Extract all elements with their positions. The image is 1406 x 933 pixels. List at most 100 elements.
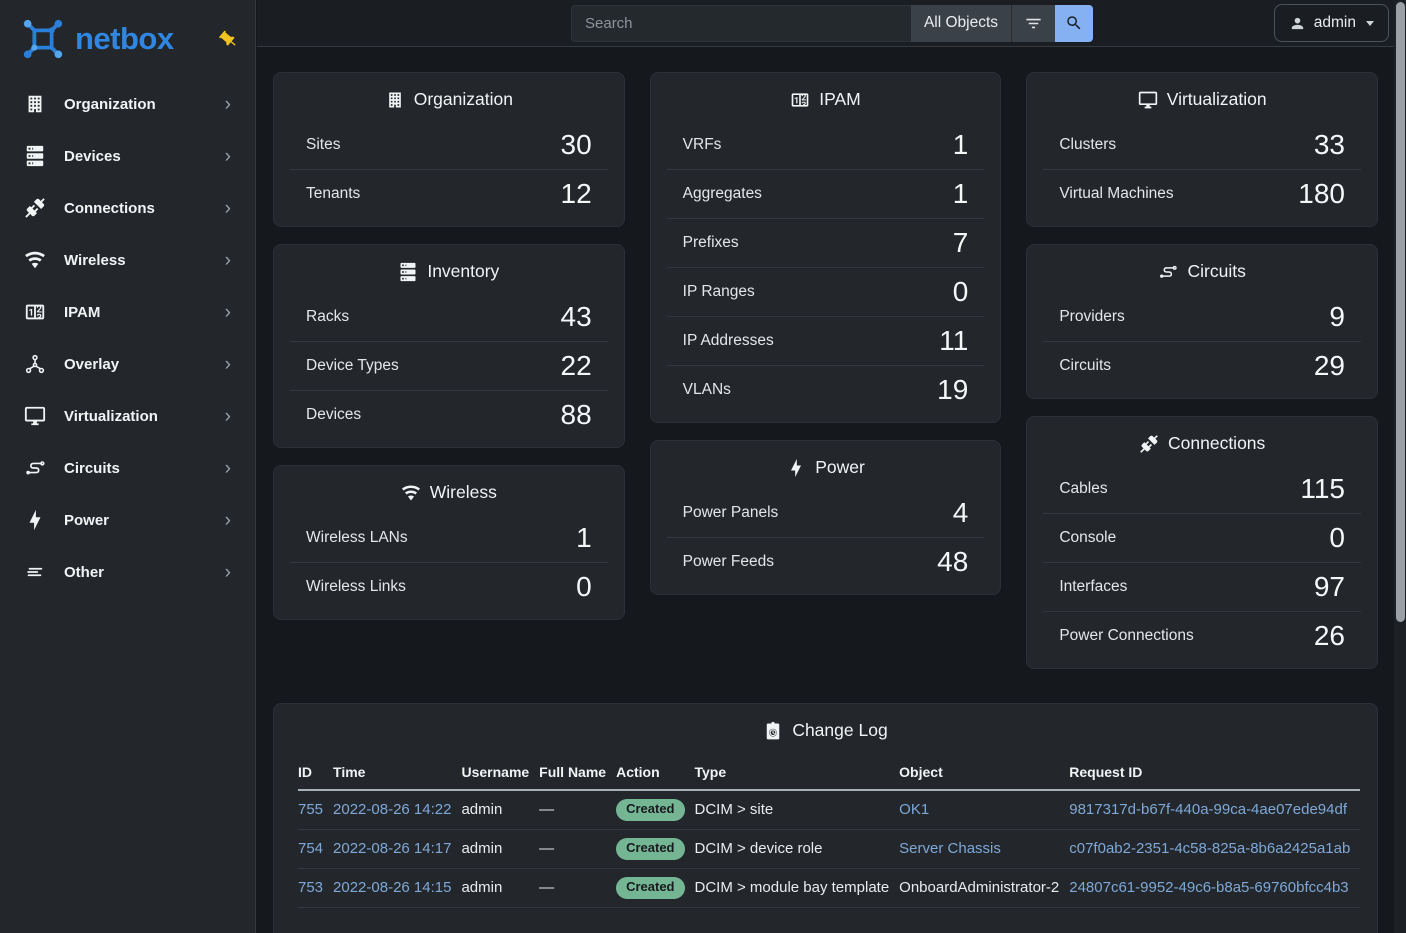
stat-row: Wireless Links 0 <box>290 562 608 611</box>
log-username: admin <box>461 879 502 896</box>
connection-icon <box>1139 434 1159 454</box>
search-input[interactable] <box>571 5 911 42</box>
stat-row: Providers 9 <box>1043 293 1361 341</box>
card-circuits: Circuits Providers 9 Circuits 29 <box>1026 244 1378 399</box>
stat-value-providers: 9 <box>1329 303 1345 331</box>
column-header-object: Object <box>899 756 1069 790</box>
search-icon <box>1065 14 1083 32</box>
stat-label-device-types: Device Types <box>306 357 399 375</box>
log-time-link[interactable]: 2022-08-26 14:15 <box>333 879 451 896</box>
scrollbar-thumb[interactable] <box>1396 2 1405 622</box>
stat-row: Racks 43 <box>290 293 608 341</box>
stat-value-ip-addresses: 11 <box>939 327 968 355</box>
card-title: IPAM <box>819 89 861 110</box>
stat-value-aggregates: 1 <box>953 180 969 208</box>
card-title: Circuits <box>1187 261 1245 282</box>
changelog-row: 754 2022-08-26 14:17 admin — Created DCI… <box>298 829 1360 868</box>
sidebar-item-organization[interactable]: Organization › <box>0 78 255 130</box>
stat-label-aggregates: Aggregates <box>683 185 762 203</box>
column-header-full-name: Full Name <box>539 756 616 790</box>
stat-value-sites: 30 <box>561 131 592 159</box>
card-wireless: Wireless Wireless LANs 1 Wireless Links … <box>273 465 625 620</box>
stat-row: VLANs 19 <box>667 365 985 414</box>
stat-label-console: Console <box>1059 529 1116 547</box>
server-icon <box>24 145 46 167</box>
log-fullname: — <box>539 840 554 857</box>
log-request-link[interactable]: c07f0ab2-2351-4c58-825a-8b6a2425a1ab <box>1069 840 1350 857</box>
search-submit-button[interactable] <box>1055 5 1093 42</box>
column-header-action: Action <box>616 756 694 790</box>
sidebar-item-power[interactable]: Power › <box>0 494 255 546</box>
stat-row: Circuits 29 <box>1043 341 1361 390</box>
stat-value-cables: 115 <box>1300 475 1345 503</box>
sidebar-item-connections[interactable]: Connections › <box>0 182 255 234</box>
sidebar-item-circuits[interactable]: Circuits › <box>0 442 255 494</box>
column-header-time: Time <box>333 756 461 790</box>
chevron-right-icon: › <box>225 303 231 322</box>
card-organization: Organization Sites 30 Tenants 12 <box>273 72 625 227</box>
stat-label-clusters: Clusters <box>1059 136 1116 154</box>
column-header-id: ID <box>298 756 333 790</box>
sidebar-item-other[interactable]: Other › <box>0 546 255 598</box>
log-request-link[interactable]: 9817317d-b67f-440a-99ca-4ae07ede94df <box>1069 801 1347 818</box>
page-scrollbar[interactable] <box>1394 0 1406 933</box>
stat-row: Device Types 22 <box>290 341 608 390</box>
card-title: Wireless <box>430 482 497 503</box>
card-column: Organization Sites 30 Tenants 12 Invento… <box>273 72 625 620</box>
sidebar-item-virtualization[interactable]: Virtualization › <box>0 390 255 442</box>
log-time-link[interactable]: 2022-08-26 14:17 <box>333 840 451 857</box>
search-filter-button[interactable] <box>1011 5 1055 42</box>
sidebar-item-devices[interactable]: Devices › <box>0 130 255 182</box>
stat-row: Wireless LANs 1 <box>290 514 608 562</box>
wifi-icon <box>24 249 46 271</box>
search-scope-button[interactable]: All Objects <box>911 5 1011 42</box>
monitor-icon <box>24 405 46 427</box>
stat-row: Tenants 12 <box>290 169 608 218</box>
changelog-card: Change Log IDTimeUsernameFull NameAction… <box>273 703 1378 933</box>
log-object-link[interactable]: Server Chassis <box>899 840 1001 857</box>
column-header-username: Username <box>461 756 539 790</box>
stat-label-ip-ranges: IP Ranges <box>683 283 755 301</box>
stat-row: IP Addresses 11 <box>667 316 985 365</box>
stat-value-device-types: 22 <box>561 352 592 380</box>
log-type: DCIM > module bay template <box>695 879 890 896</box>
log-request-link[interactable]: 24807c61-9952-49c6-b8a5-69760bfcc4b3 <box>1069 879 1348 896</box>
building-icon <box>385 90 405 110</box>
card-title: Virtualization <box>1167 89 1267 110</box>
stat-label-power-feeds: Power Feeds <box>683 553 774 571</box>
column-header-type: Type <box>695 756 900 790</box>
stat-value-prefixes: 7 <box>953 229 969 257</box>
log-username: admin <box>461 840 502 857</box>
log-object-link[interactable]: OK1 <box>899 801 929 818</box>
transit-icon <box>1158 262 1178 282</box>
chevron-right-icon: › <box>225 95 231 114</box>
log-username: admin <box>461 801 502 818</box>
user-menu-button[interactable]: admin <box>1274 4 1389 42</box>
log-id-link[interactable]: 753 <box>298 879 323 896</box>
stat-label-vrfs: VRFs <box>683 136 722 154</box>
lightning-icon <box>24 509 46 531</box>
log-id-link[interactable]: 755 <box>298 801 323 818</box>
topbar: All Objects admin <box>257 0 1394 47</box>
connection-icon <box>24 197 46 219</box>
brand: netbox <box>0 0 255 78</box>
lightning-icon <box>786 458 806 478</box>
sidebar-pin-button[interactable] <box>216 27 241 52</box>
filter-icon <box>1024 14 1043 33</box>
sidebar-item-wireless[interactable]: Wireless › <box>0 234 255 286</box>
sidebar-item-overlay[interactable]: Overlay › <box>0 338 255 390</box>
user-menu-label: admin <box>1314 14 1356 32</box>
brand-name[interactable]: netbox <box>75 21 174 57</box>
sidebar-item-ipam[interactable]: IPAM › <box>0 286 255 338</box>
stat-label-wireless-lans: Wireless LANs <box>306 529 408 547</box>
log-action-badge: Created <box>616 838 684 860</box>
stat-row: Interfaces 97 <box>1043 562 1361 611</box>
monitor-icon <box>1138 90 1158 110</box>
stat-value-clusters: 33 <box>1314 131 1345 159</box>
stat-value-wireless-lans: 1 <box>576 524 592 552</box>
changelog-header: Change Log <box>274 704 1377 752</box>
log-time-link[interactable]: 2022-08-26 14:22 <box>333 801 451 818</box>
log-id-link[interactable]: 754 <box>298 840 323 857</box>
stat-value-devices: 88 <box>561 401 592 429</box>
changelog-row: 753 2022-08-26 14:15 admin — Created DCI… <box>298 868 1360 907</box>
